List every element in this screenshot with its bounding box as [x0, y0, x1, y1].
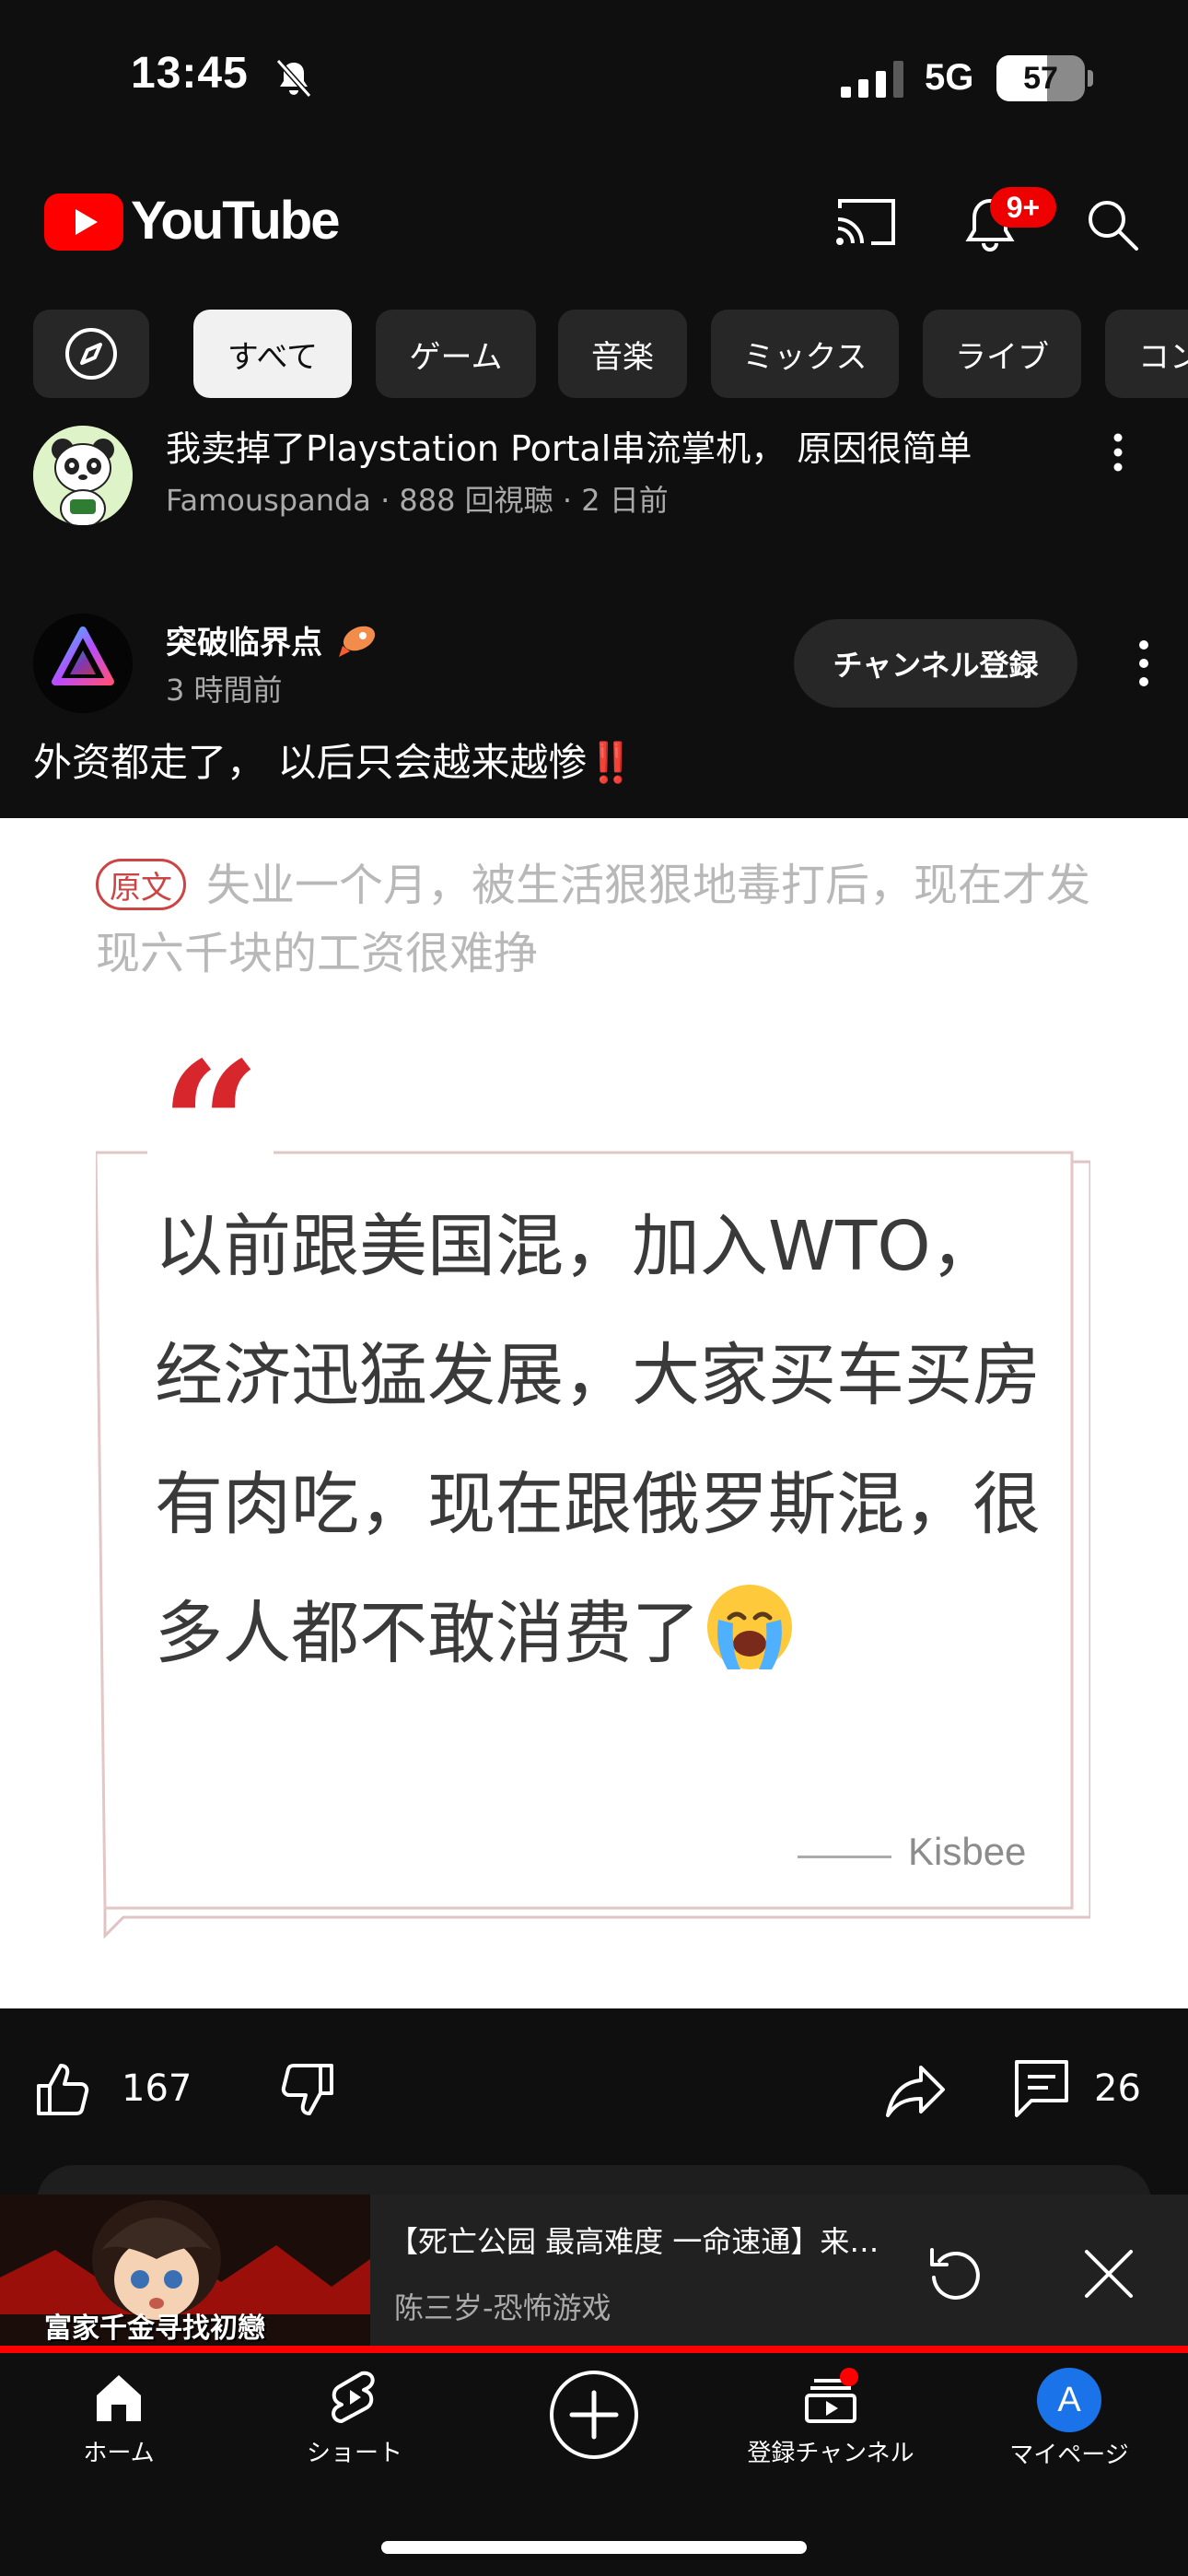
mini-player-channel: 陈三岁-恐怖游戏 — [394, 2290, 611, 2325]
mini-player-progress — [0, 2346, 1188, 2353]
mini-player-thumbnail[interactable]: 富家千金寻找初戀 — [0, 2195, 370, 2348]
signal-icon — [841, 61, 903, 98]
quote-author: Kisbee — [908, 1830, 1027, 1873]
thumbnail-caption: 富家千金寻找初戀 — [44, 2313, 265, 2345]
cast-icon[interactable] — [834, 195, 899, 249]
like-count: 167 — [122, 2067, 192, 2110]
chip-mix[interactable]: ミックス — [711, 310, 899, 398]
chip-games[interactable]: ゲーム — [376, 310, 536, 398]
video-title[interactable]: 我卖掉了Playstation Portal串流掌机， 原因很简单 — [166, 426, 1031, 472]
post-time: 3 時間前 — [166, 673, 283, 708]
avatar: A — [1037, 2368, 1101, 2432]
youtube-logo-text[interactable]: YouTube — [131, 190, 340, 252]
search-icon[interactable] — [1085, 197, 1140, 252]
comment-count: 26 — [1094, 2067, 1141, 2110]
subscribe-button[interactable]: チャンネル登録 — [794, 619, 1077, 708]
nav-subscriptions[interactable]: 登録チャンネル — [725, 2368, 937, 2478]
post-image[interactable]: 失业一个月，被生活狠狠地毒打后，现在才发现六千块的工资很难挣 原文 “ 以前跟美… — [0, 818, 1188, 2008]
video-meta: Famouspanda · 888 回視聴 · 2 日前 — [166, 483, 669, 518]
mini-player-title[interactable]: 【死亡公园 最高难度 一命速通】来了… — [389, 2219, 886, 2261]
panda-icon — [33, 426, 133, 525]
chip-all[interactable]: すべて — [193, 310, 352, 398]
post-text: 外资都走了， 以后只会越来越惨‼️ — [33, 735, 635, 790]
battery-icon: 57 — [996, 55, 1085, 101]
channel-avatar[interactable] — [33, 614, 133, 713]
post-text-body: 外资都走了， 以后只会越来越惨 — [33, 740, 588, 785]
battery-percent: 57 — [1023, 60, 1058, 96]
image-tag: 原文 — [96, 859, 186, 910]
nav-you[interactable]: A マイページ — [963, 2368, 1175, 2478]
quote-text: 以前跟美国混，加入WTO，经济迅猛发展，大家买车买房有肉吃，现在跟俄罗斯混，很多… — [155, 1182, 1042, 1698]
replay-icon[interactable] — [926, 2244, 984, 2301]
battery-tip — [1088, 70, 1093, 87]
chip-more[interactable]: コン — [1105, 310, 1188, 398]
boundary-point-logo-icon — [33, 614, 133, 713]
author-dash — [798, 1856, 891, 1858]
rocket-icon — [338, 626, 375, 657]
status-time: 13:45 — [131, 49, 249, 98]
home-icon — [97, 2375, 141, 2421]
chip-live[interactable]: ライブ — [923, 310, 1081, 398]
compass-icon — [65, 328, 117, 380]
nav-home-label: ホーム — [83, 2440, 155, 2467]
comment-icon[interactable] — [1013, 2058, 1070, 2119]
share-icon[interactable] — [884, 2060, 949, 2119]
shorts-icon — [332, 2371, 375, 2423]
youtube-logo-icon[interactable] — [44, 193, 123, 251]
nav-you-label: マイページ — [1009, 2441, 1129, 2469]
more-vert-icon[interactable] — [1125, 636, 1162, 691]
close-icon[interactable] — [1083, 2248, 1135, 2300]
bell-slash-icon — [275, 58, 312, 99]
notification-badge: 9+ — [990, 187, 1056, 228]
nav-shorts[interactable]: ショート — [249, 2368, 460, 2478]
thumbs-up-icon[interactable] — [33, 2060, 92, 2119]
home-indicator[interactable] — [381, 2541, 807, 2554]
more-vert-icon[interactable] — [1098, 429, 1138, 475]
channel-avatar-panda[interactable] — [33, 426, 133, 525]
chip-music[interactable]: 音楽 — [558, 310, 687, 398]
nav-home[interactable]: ホーム — [13, 2368, 225, 2478]
explore-chip[interactable] — [33, 310, 149, 398]
nav-subscriptions-label: 登録チャンネル — [747, 2440, 914, 2467]
nav-shorts-label: ショート — [306, 2440, 402, 2467]
subscriptions-icon — [805, 2368, 858, 2423]
quote-body: 以前跟美国混，加入WTO，经济迅猛发展，大家买车买房有肉吃，现在跟俄罗斯混，很多… — [155, 1207, 1041, 1673]
double-exclamation-emoji: ‼️ — [587, 740, 635, 785]
channel-name-text: 突破临界点 — [166, 625, 322, 662]
image-headline: 失业一个月，被生活狠狠地毒打后，现在才发现六千块的工资很难挣 — [96, 860, 1091, 979]
channel-name[interactable]: 突破临界点 — [166, 617, 378, 662]
network-type: 5G — [925, 57, 974, 98]
thumbs-down-icon[interactable] — [278, 2060, 337, 2119]
crying-face-emoji-icon — [707, 1585, 792, 1669]
create-icon[interactable] — [547, 2368, 641, 2462]
